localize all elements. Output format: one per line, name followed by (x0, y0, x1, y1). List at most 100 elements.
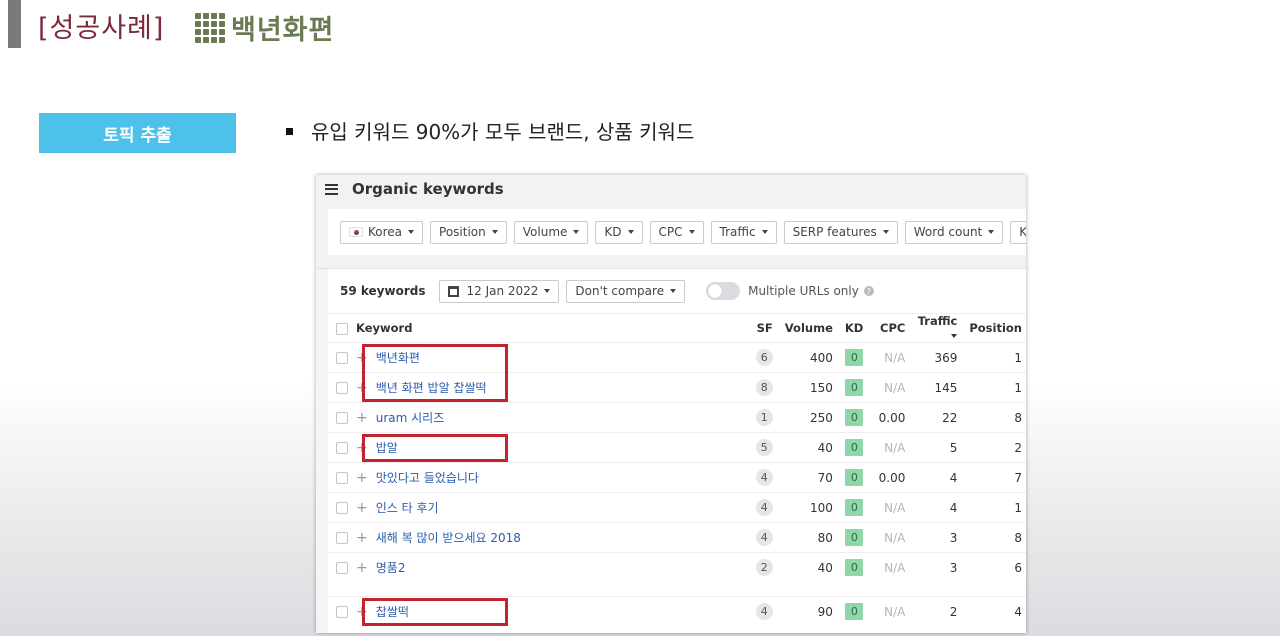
row-checkbox[interactable] (336, 412, 348, 424)
traffic-cell: 4 (911, 492, 964, 523)
filter-volume[interactable]: Volume (513, 220, 589, 244)
filter-bar: Korea Position Volume KD CPC Traffic SERP feat… (328, 209, 1026, 255)
row-checkbox[interactable] (336, 606, 348, 619)
kd-badge: 0 (845, 409, 864, 426)
bullet-point: 유입 키워드 90%가 모두 브랜드, 상품 키워드 (286, 116, 694, 145)
keyword-cell: + 백년 화편 밥알 찹쌀떡 (356, 372, 745, 403)
keyword-link[interactable]: 찹쌀떡 (376, 605, 409, 619)
filter-k[interactable]: K (1010, 220, 1026, 244)
filter-cpc[interactable]: CPC (649, 220, 704, 244)
multiple-urls-toggle[interactable] (706, 282, 741, 300)
date-dropdown[interactable]: 12 Jan 2022 (439, 279, 560, 303)
plus-icon[interactable]: + (356, 560, 368, 576)
kd-cell: 0 (838, 522, 870, 553)
row-checkbox[interactable] (336, 562, 348, 575)
column-header-kd[interactable]: KD (839, 314, 869, 343)
column-header-sf[interactable]: SF (745, 314, 779, 343)
compare-dropdown[interactable]: Don't compare (566, 279, 686, 303)
column-header-position[interactable]: Position (963, 314, 1026, 343)
position-cell: 1 (963, 342, 1026, 373)
cpc-cell: N/A (869, 552, 912, 583)
row-checkbox[interactable] (336, 382, 348, 394)
bullet-text: 유입 키워드 90%가 모두 브랜드, 상품 키워드 (311, 120, 695, 144)
sf-badge[interactable]: 1 (755, 409, 773, 426)
keyword-link[interactable]: 백년화편 (376, 351, 420, 365)
plus-icon[interactable]: + (356, 470, 368, 486)
volume-cell: 150 (778, 372, 839, 403)
column-header-keyword[interactable]: Keyword (356, 314, 745, 343)
sf-badge[interactable]: 8 (755, 379, 773, 396)
volume-cell: 40 (778, 552, 839, 583)
calendar-icon (448, 285, 460, 297)
sf-badge[interactable]: 4 (755, 469, 773, 486)
sf-badge[interactable]: 4 (755, 603, 773, 621)
table-row: + 백년 화편 밥알 찹쌀떡 8 150 0 N/A 145 1 (328, 372, 1026, 403)
date-value: 12 Jan 2022 (466, 284, 539, 298)
filter-kd[interactable]: KD (595, 220, 643, 244)
row-select-cell (328, 432, 356, 463)
filter-korea[interactable]: Korea (340, 220, 424, 244)
korea-flag-icon (349, 227, 363, 237)
filter-word-count[interactable]: Word count (904, 220, 1004, 244)
keyword-link[interactable]: 백년 화편 밥알 찹쌀떡 (376, 381, 487, 395)
chevron-down-icon (882, 230, 889, 234)
table-body: + 백년화편 6 400 0 N/A 369 1 + 백년 화편 밥알 찹쌀떡 8 150 0 N/A 14… (328, 342, 1026, 627)
filter-label: Volume (522, 225, 568, 239)
kd-cell: 0 (838, 596, 870, 627)
menu-icon[interactable] (325, 183, 338, 195)
chevron-down-icon (688, 230, 695, 234)
row-checkbox[interactable] (336, 442, 348, 454)
column-header-volume[interactable]: Volume (779, 314, 839, 343)
plus-icon[interactable]: + (356, 440, 368, 456)
brand-name: 백년화편 (231, 15, 335, 46)
help-icon[interactable]: ? (863, 286, 874, 296)
row-checkbox[interactable] (336, 532, 348, 544)
plus-icon[interactable]: + (356, 530, 368, 546)
plus-icon[interactable]: + (356, 380, 368, 396)
keyword-link[interactable]: 명품2 (376, 561, 406, 575)
select-all-checkbox[interactable] (336, 322, 348, 335)
sf-badge[interactable]: 6 (755, 349, 773, 366)
volume-cell: 80 (778, 522, 839, 553)
keyword-cell: + uram 시리즈 (356, 402, 745, 433)
keyword-cell: + 맛있다고 들었습니다 (356, 462, 745, 493)
kd-badge: 0 (845, 559, 864, 577)
keyword-link[interactable]: 밥알 (376, 441, 398, 455)
row-checkbox[interactable] (336, 472, 348, 484)
filter-serp-features[interactable]: SERP features (783, 220, 898, 244)
sf-cell: 2 (744, 552, 779, 583)
sf-badge[interactable]: 4 (755, 529, 773, 546)
sf-badge[interactable]: 2 (755, 559, 773, 577)
sf-badge[interactable]: 5 (755, 439, 773, 456)
keyword-link[interactable]: 인스 타 후기 (376, 501, 439, 515)
chevron-down-icon (491, 230, 498, 234)
sf-badge[interactable]: 4 (755, 499, 773, 516)
volume-cell: 90 (778, 596, 839, 627)
plus-icon[interactable]: + (356, 500, 368, 516)
table-row: + 밥알 5 40 0 N/A 5 2 (328, 432, 1026, 463)
filter-position[interactable]: Position (430, 220, 507, 244)
row-select-cell (328, 596, 356, 627)
column-header-cpc[interactable]: CPC (869, 314, 911, 343)
organic-keywords-panel: Organic keywords Korea Position Volume KD CP… (316, 175, 1026, 633)
keyword-link[interactable]: uram 시리즈 (376, 411, 445, 425)
sf-cell: 6 (744, 342, 779, 373)
plus-icon[interactable]: + (356, 350, 368, 366)
filter-traffic[interactable]: Traffic (710, 220, 777, 244)
plus-icon[interactable]: + (356, 410, 368, 426)
column-header-traffic[interactable]: Traffic (911, 314, 963, 343)
position-cell: 6 (963, 552, 1026, 583)
traffic-cell: 3 (911, 552, 964, 583)
row-checkbox[interactable] (336, 352, 348, 364)
row-checkbox[interactable] (336, 502, 348, 514)
cpc-cell: N/A (869, 492, 912, 523)
filter-label: KD (604, 225, 622, 239)
keyword-link[interactable]: 맛있다고 들었습니다 (376, 471, 479, 485)
kd-badge: 0 (845, 529, 864, 546)
keyword-link[interactable]: 새해 복 많이 받으세요 2018 (376, 531, 521, 545)
plus-icon[interactable]: + (356, 604, 368, 620)
keyword-cell: + 찹쌀떡 (356, 596, 745, 627)
sf-cell: 1 (744, 402, 779, 433)
table-row: + uram 시리즈 1 250 0 0.00 22 8 (328, 402, 1026, 433)
filter-label: Korea (368, 225, 403, 239)
